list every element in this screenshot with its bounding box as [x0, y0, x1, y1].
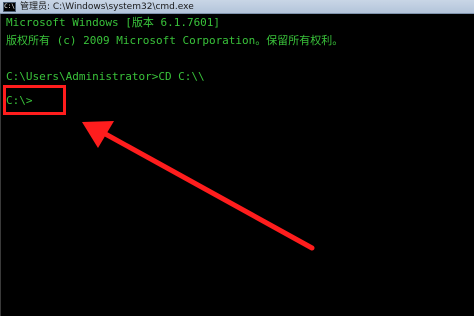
cmd-icon: C:\: [3, 1, 16, 12]
cmd-window: C:\ 管理员: C:\Windows\system32\cmd.exe Mic…: [0, 0, 474, 316]
window-title: 管理员: C:\Windows\system32\cmd.exe: [20, 1, 194, 12]
window-border: [0, 14, 1, 316]
console-line-version: Microsoft Windows [版本 6.1.7601]: [6, 16, 221, 29]
console-line-cd-command: C:\Users\Administrator>CD C:\\: [6, 70, 205, 83]
cmd-icon-glyph: C:\: [4, 2, 15, 10]
console-line-copyright: 版权所有 (c) 2009 Microsoft Corporation。保留所有…: [6, 34, 344, 47]
highlight-box: [3, 85, 66, 115]
title-bar[interactable]: C:\ 管理员: C:\Windows\system32\cmd.exe: [0, 0, 474, 14]
console-output[interactable]: Microsoft Windows [版本 6.1.7601] 版权所有 (c)…: [4, 14, 472, 314]
